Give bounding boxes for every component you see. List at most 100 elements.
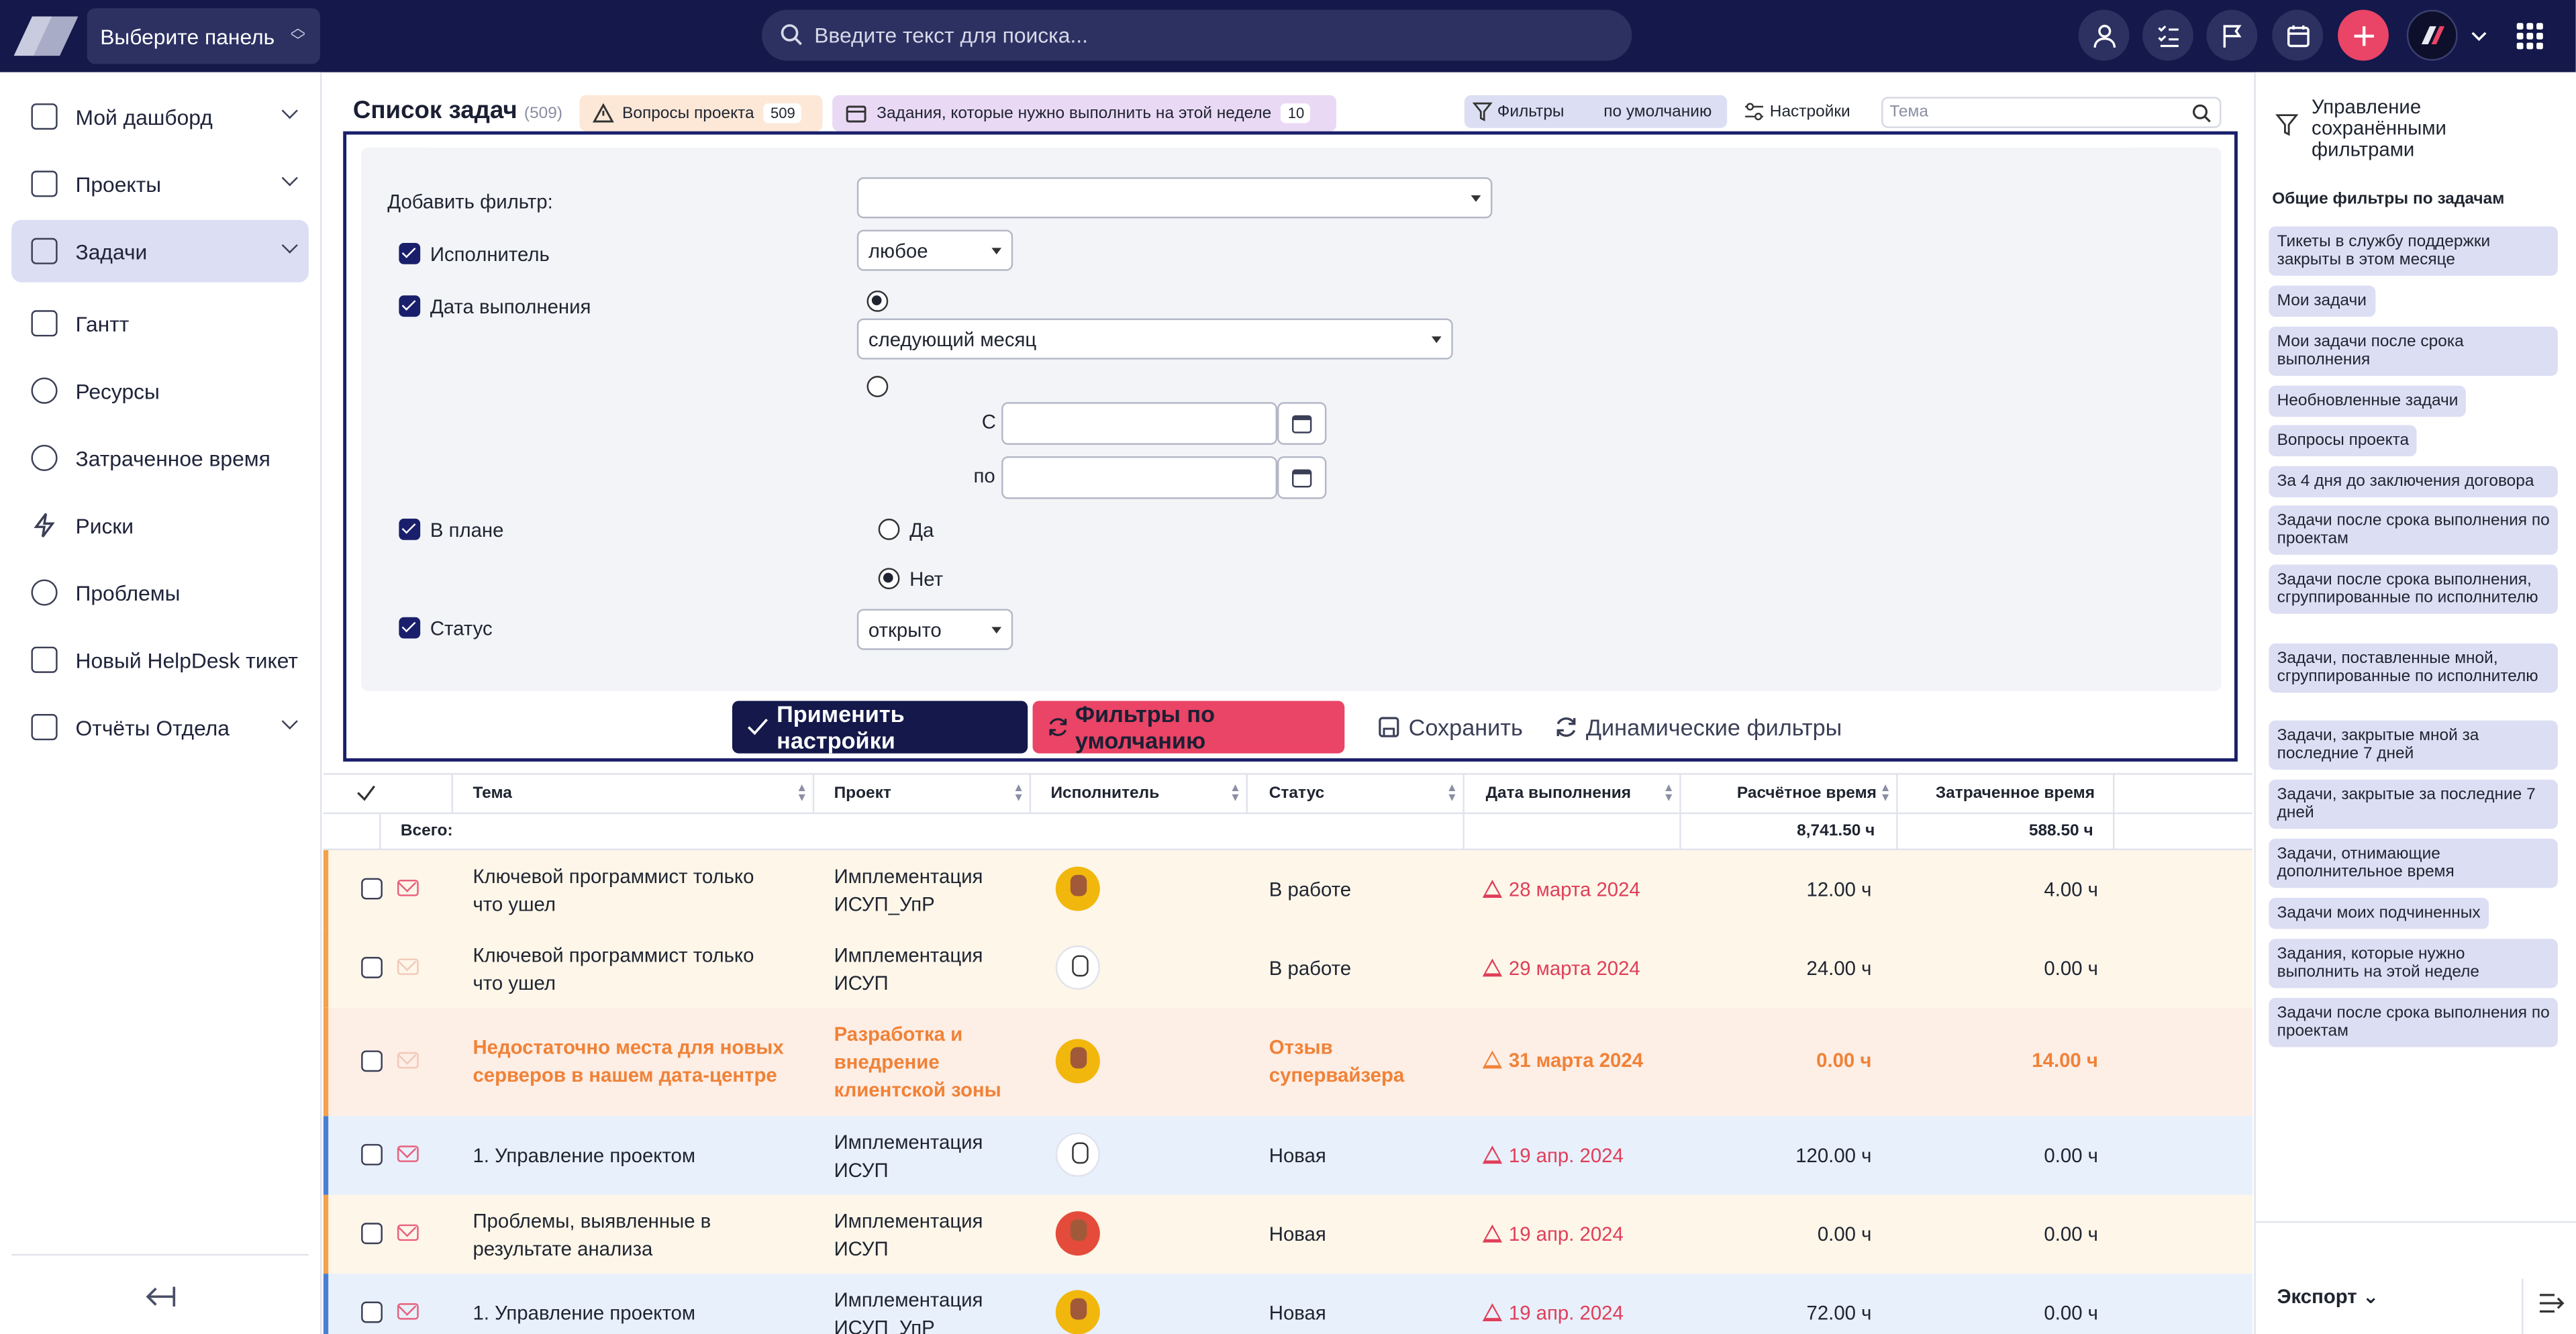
due-date-checkbox[interactable] [399,295,421,317]
row-checkbox[interactable] [361,1223,383,1245]
row-checkbox[interactable] [361,1143,383,1166]
saved-filter-item[interactable]: Необновленные задачи [2269,385,2467,417]
flag-button[interactable] [2206,9,2258,61]
row-project-line2[interactable]: внедрение [834,1049,1001,1077]
avatar[interactable] [1055,1039,1100,1084]
saved-filter-item[interactable]: Задачи, закрытые мной за последние 7 дне… [2269,720,2558,770]
row-subject-line2[interactable]: результате анализа [473,1236,711,1264]
sort-icon[interactable]: ▲ ▼ [796,783,807,805]
mail-icon[interactable] [397,1145,419,1162]
sort-icon[interactable]: ▲ ▼ [1663,783,1675,805]
user-button[interactable] [2078,9,2130,61]
in-plan-no-radio[interactable] [878,568,900,590]
subject-search-input[interactable]: Тема [1881,97,2222,128]
sort-icon[interactable]: ▲ ▼ [1013,783,1024,805]
dynamic-filters-button[interactable]: Динамические фильтры [1540,701,1856,753]
due-period-radio[interactable] [866,290,889,312]
sort-icon[interactable]: ▲ ▼ [1230,783,1241,805]
date-to-calendar-button[interactable] [1277,456,1327,499]
sidebar-item-reports[interactable]: Отчёты Отдела [11,696,309,758]
sidebar-item-time[interactable]: Затраченное время [11,427,309,489]
col-estimated[interactable]: Расчётное время [1737,784,1877,803]
assignee-checkbox[interactable] [399,243,421,264]
date-to-input[interactable] [1001,456,1277,499]
filters-toggle-button[interactable]: Фильтры по умолчанию [1464,95,1728,128]
sidebar-item-projects[interactable]: Проекты [11,152,309,215]
saved-filter-item[interactable]: Мои задачи после срока выполнения [2269,326,2558,376]
add-button[interactable] [2338,9,2389,61]
row-project[interactable]: Разработка и [834,1021,1001,1049]
row-subject[interactable]: 1. Управление проектом [473,1144,695,1167]
assignee-select[interactable]: любое [856,229,1013,271]
row-project[interactable]: Имплементация [834,864,983,892]
row-project-line2[interactable]: ИСУП [834,1157,983,1185]
settings-button[interactable]: Настройки [1744,95,1850,128]
collapse-sidebar-icon[interactable] [144,1284,177,1310]
default-filters-button[interactable]: Фильтры по умолчанию [1032,701,1345,754]
table-row[interactable]: Ключевой программист только что ушел Импл… [323,929,2252,1008]
row-checkbox[interactable] [361,1301,383,1323]
table-row[interactable]: 1. Управление проектом Имплементация ИСУП… [323,1274,2252,1334]
row-subject-line2[interactable]: серверов в нашем дата-центре [473,1062,783,1090]
table-row[interactable]: Ключевой программист только что ушел Импл… [323,850,2252,929]
mail-icon[interactable] [397,1303,419,1320]
saved-filter-item[interactable]: Задачи, поставленные мной, сгруппированн… [2269,643,2558,693]
tasks-button[interactable] [2142,9,2193,61]
select-all-check-icon[interactable] [356,784,376,803]
chip-this-week[interactable]: Задания, которые нужно выполнить на этой… [832,95,1337,132]
add-filter-select[interactable] [856,177,1493,219]
saved-filter-item[interactable]: Мои задачи [2269,285,2375,317]
panel-select[interactable]: Выберите панель ︿ ﹀ [87,8,320,64]
row-subject[interactable]: Недостаточно места для новых [473,1034,783,1062]
apps-grid-icon[interactable] [2516,23,2543,50]
calendar-button[interactable] [2272,9,2324,61]
saved-filter-item[interactable]: Задания, которые нужно выполнить на этой… [2269,939,2558,988]
avatar[interactable] [1055,1132,1100,1177]
col-assignee[interactable]: Исполнитель [1050,784,1159,803]
row-project-line2[interactable]: ИСУП_УпР [834,891,983,919]
in-plan-checkbox[interactable] [399,518,421,540]
row-project[interactable]: Имплементация [834,1287,983,1315]
row-project[interactable]: Имплементация [834,942,983,970]
row-checkbox[interactable] [361,957,383,978]
avatar[interactable] [1055,945,1100,990]
row-subject-line2[interactable]: что ушел [473,970,754,998]
apply-settings-button[interactable]: Применить настройки [732,701,1028,754]
sidebar-item-dashboard[interactable]: Мой дашборд [11,85,309,148]
sidebar-item-helpdesk[interactable]: Новый HelpDesk тикет [11,629,309,691]
mail-icon[interactable] [397,1224,419,1241]
mail-icon[interactable] [397,880,419,896]
avatar[interactable] [1055,866,1100,911]
in-plan-yes-radio[interactable] [878,518,900,540]
sort-icon[interactable]: ▲ ▼ [1880,783,1891,805]
chip-project-questions[interactable]: Вопросы проекта 509 [579,95,823,132]
row-project-line2[interactable]: ИСУП [834,1236,983,1264]
row-subject-line2[interactable]: что ушел [473,891,754,919]
sidebar-item-risks[interactable]: Риски [11,494,309,556]
row-subject[interactable]: Ключевой программист только [473,864,754,892]
mail-icon[interactable] [397,1051,419,1069]
row-checkbox[interactable] [361,878,383,900]
status-select[interactable]: открыто [856,609,1013,650]
saved-filter-item[interactable]: Задачи после срока выполнения по проекта… [2269,505,2558,555]
chevron-down-icon[interactable] [2471,30,2487,43]
app-logo[interactable] [13,11,79,60]
saved-filter-item[interactable]: За 4 дня до заключения договора [2269,466,2558,498]
sidebar-item-gantt[interactable]: Гантт [11,292,309,354]
export-button[interactable]: Экспорт ⌄ [2277,1285,2379,1308]
col-due-date[interactable]: Дата выполнения [1486,784,1631,803]
table-row[interactable]: Проблемы, выявленные в результате анализа… [323,1194,2252,1274]
row-project-line2[interactable]: ИСУП_УпР [834,1315,983,1334]
date-from-calendar-button[interactable] [1277,402,1327,445]
user-avatar[interactable] [2406,9,2458,61]
saved-filter-item[interactable]: Вопросы проекта [2269,425,2418,456]
row-subject[interactable]: 1. Управление проектом [473,1302,695,1325]
col-status[interactable]: Статус [1269,784,1324,803]
status-checkbox[interactable] [399,617,421,639]
sort-icon[interactable]: ▲ ▼ [1446,783,1458,805]
save-button[interactable]: Сохранить [1363,701,1538,753]
avatar[interactable] [1055,1290,1100,1334]
saved-filter-item[interactable]: Задачи, отнимающие дополнительное время [2269,838,2558,888]
saved-filter-item[interactable]: Тикеты в службу поддержки закрыты в этом… [2269,226,2558,276]
col-spent[interactable]: Затраченное время [1936,784,2095,803]
